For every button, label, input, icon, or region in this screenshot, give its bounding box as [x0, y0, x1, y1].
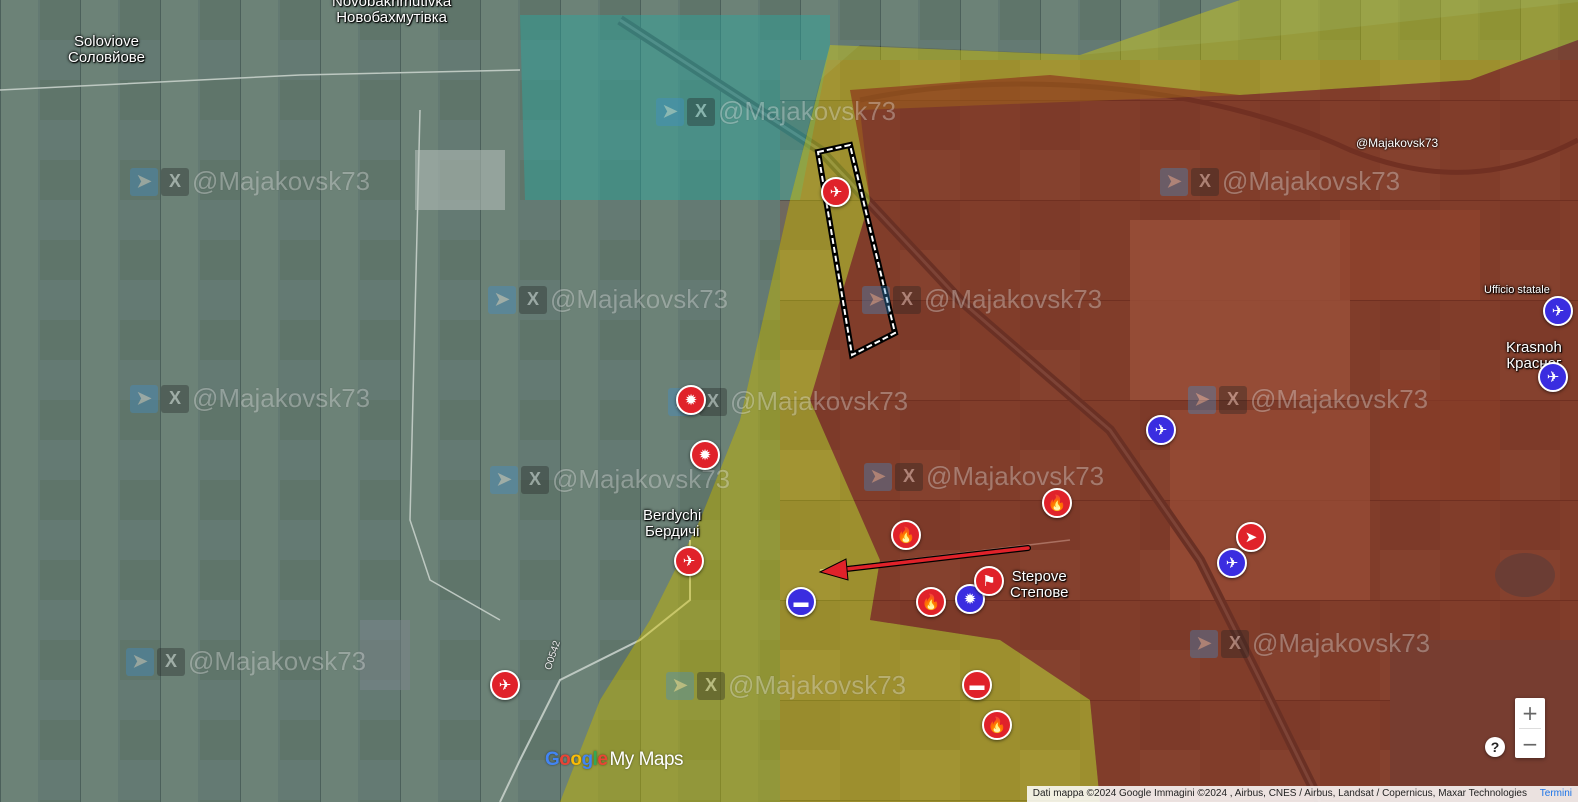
- watermark-handle: @Majakovsk73: [188, 646, 367, 676]
- telegram-icon: ➤: [864, 462, 892, 491]
- telegram-icon: ➤: [1160, 167, 1188, 196]
- burning-tank-icon[interactable]: 🔥: [1042, 488, 1072, 518]
- x-icon: X: [893, 285, 921, 314]
- tank-icon[interactable]: ▬: [786, 587, 816, 617]
- aircraft-icon[interactable]: ✈: [1217, 548, 1247, 578]
- watermark-handle: @Majakovsk73: [550, 284, 729, 314]
- flag-icon[interactable]: ⚑: [974, 566, 1004, 596]
- logo-letter: g: [581, 749, 594, 770]
- telegram-icon: ➤: [862, 285, 890, 314]
- place-label-cyrillic: Соловйове: [68, 49, 145, 66]
- zoom-control: + −: [1515, 698, 1545, 758]
- burning-tank-icon[interactable]: 🔥: [982, 710, 1012, 740]
- telegram-icon: ➤: [490, 465, 518, 494]
- watermark: ➤ X @Majakovsk73: [656, 96, 896, 127]
- telegram-icon: ➤: [1188, 385, 1216, 414]
- drone-icon[interactable]: ✈: [821, 177, 851, 207]
- aircraft-icon[interactable]: ✈: [674, 546, 704, 576]
- map-canvas[interactable]: ➤ X @Majakovsk73 ➤ X @Majakovsk73 ➤ X @M…: [0, 0, 1578, 802]
- logo-product: My Maps: [609, 749, 684, 770]
- terms-link[interactable]: Termini: [1540, 788, 1572, 799]
- place-stepove[interactable]: Stepove Степове: [1010, 569, 1068, 601]
- watermark-handle: @Majakovsk73: [1252, 628, 1431, 658]
- watermark-handle: @Majakovsk73: [192, 383, 371, 413]
- place-label-cyrillic: Новобахмутівка: [336, 9, 448, 26]
- place-label-latin: Krasnoh: [1506, 339, 1562, 356]
- telegram-icon: ➤: [488, 285, 516, 314]
- google-my-maps-logo: Google My Maps: [545, 749, 684, 771]
- logo-letter: o: [570, 749, 582, 770]
- watermark-handle: @Majakovsk73: [730, 386, 909, 416]
- watermark-handle: @Majakovsk73: [1222, 166, 1401, 196]
- poi-ufficio-statale[interactable]: Ufficio statale: [1484, 282, 1550, 298]
- x-icon: X: [895, 462, 923, 491]
- place-label-latin: Berdychi: [643, 507, 702, 524]
- logo-letter: G: [545, 749, 560, 770]
- watermark: ➤ X @Majakovsk73: [130, 166, 370, 197]
- watermark-handle: @Majakovsk73: [718, 96, 897, 126]
- x-icon: X: [1191, 167, 1219, 196]
- watermark: ➤ X @Majakovsk73: [862, 284, 1102, 315]
- watermark-handle: @Majakovsk73: [728, 670, 907, 700]
- map-attribution: Dati mappa ©2024 Google Immagini ©2024 ,…: [1026, 786, 1578, 802]
- place-label-latin: Soloviove: [73, 33, 139, 50]
- watermark: ➤ X @Majakovsk73: [864, 461, 1104, 492]
- zoom-out-button[interactable]: −: [1515, 729, 1545, 759]
- tank-icon[interactable]: ▬: [962, 670, 992, 700]
- telegram-icon: ➤: [130, 167, 158, 196]
- x-icon: X: [519, 285, 547, 314]
- telegram-icon: ➤: [666, 671, 694, 700]
- corner-handle: @Majakovsk73: [1356, 136, 1439, 150]
- telegram-icon: ➤: [656, 97, 684, 126]
- infantry-icon[interactable]: ➤: [1236, 522, 1266, 552]
- watermark: ➤ X @Majakovsk73: [490, 464, 730, 495]
- help-button[interactable]: ?: [1485, 737, 1505, 757]
- telegram-icon: ➤: [1190, 629, 1218, 658]
- x-icon: X: [161, 167, 189, 196]
- watermark: ➤ X @Majakovsk73: [666, 670, 906, 701]
- x-icon: X: [521, 465, 549, 494]
- watermark: ➤ X @Majakovsk73: [488, 284, 728, 315]
- watermark-handle: @Majakovsk73: [926, 461, 1105, 491]
- watermark: ➤ X @Majakovsk73: [126, 646, 366, 677]
- watermark: ➤ X @Majakovsk73: [1188, 384, 1428, 415]
- watermark: ➤ X @Majakovsk73: [130, 383, 370, 414]
- attribution-text: Dati mappa ©2024 Google Immagini ©2024 ,…: [1032, 788, 1527, 799]
- watermark: ➤ X @Majakovsk73: [1190, 628, 1430, 659]
- aircraft-icon[interactable]: ✈: [1146, 415, 1176, 445]
- place-soloviove[interactable]: Soloviove Соловйове: [68, 34, 145, 66]
- place-berdychi[interactable]: Berdychi Бердичі: [643, 508, 701, 540]
- zoom-in-button[interactable]: +: [1515, 698, 1545, 728]
- explosion-icon[interactable]: ✹: [676, 385, 706, 415]
- telegram-icon: ➤: [130, 384, 158, 413]
- x-icon: X: [687, 97, 715, 126]
- watermark-handle: @Majakovsk73: [924, 284, 1103, 314]
- telegram-icon: ➤: [126, 647, 154, 676]
- x-icon: X: [1219, 385, 1247, 414]
- drone-icon[interactable]: ✈: [1543, 296, 1573, 326]
- place-label-latin: Stepove: [1011, 568, 1067, 585]
- logo-letter: o: [559, 749, 571, 770]
- logo-letter: e: [597, 749, 608, 770]
- watermark: ➤ X @Majakovsk73: [1160, 166, 1400, 197]
- aircraft-icon[interactable]: ✈: [1538, 362, 1568, 392]
- watermark-handle: @Majakovsk73: [192, 166, 371, 196]
- burning-tank-icon[interactable]: 🔥: [916, 587, 946, 617]
- place-label-cyrillic: Бердичі: [644, 523, 700, 540]
- x-icon: X: [697, 671, 725, 700]
- watermark-handle: @Majakovsk73: [1250, 384, 1429, 414]
- aircraft-icon[interactable]: ✈: [490, 670, 520, 700]
- x-icon: X: [1221, 629, 1249, 658]
- burning-tank-icon[interactable]: 🔥: [891, 520, 921, 550]
- place-novobakhmutivka[interactable]: Novobakhmutivka Новобахмутівка: [332, 0, 451, 26]
- x-icon: X: [157, 647, 185, 676]
- place-label-cyrillic: Степове: [1010, 584, 1069, 601]
- x-icon: X: [161, 384, 189, 413]
- explosion-icon[interactable]: ✹: [690, 440, 720, 470]
